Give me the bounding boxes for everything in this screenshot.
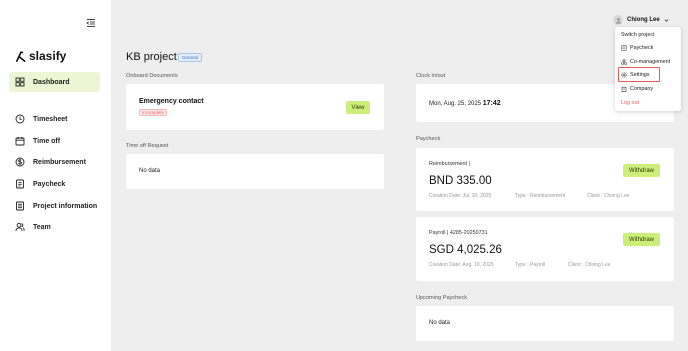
sidebar-item-time-off[interactable]: Time off	[9, 131, 100, 151]
menu-item-label: Paycheck	[630, 45, 654, 51]
onboard-section-title: Onboard Documents	[126, 73, 178, 79]
slasify-logo-icon	[16, 51, 26, 62]
sidebar-item-label: Project information	[33, 202, 98, 210]
withdraw-button[interactable]: Withdraw	[623, 233, 660, 246]
menu-item-label: Co-management	[630, 59, 671, 65]
sidebar-item-paycheck[interactable]: Paycheck	[9, 174, 100, 194]
menu-item-label: Log out	[621, 100, 639, 106]
project-tag: General	[178, 53, 203, 62]
user-dropdown-menu: Switch project Paycheck Co-management Se…	[615, 27, 681, 111]
avatar	[613, 15, 623, 25]
paycheck-amount: BND 335.00	[429, 175, 492, 187]
sidebar-item-dashboard[interactable]: Dashboard	[9, 72, 100, 92]
user-icon	[615, 17, 621, 24]
timeoff-empty-text: No data	[139, 168, 161, 174]
dashboard-icon	[15, 77, 25, 87]
paycheck-amount: SGD 4,025.26	[429, 244, 502, 256]
paycheck-creation-date: Creation Date: Aug. 10, 2025	[429, 262, 494, 268]
document-icon	[16, 201, 24, 211]
upcoming-card: No data	[416, 306, 674, 341]
timeoff-section-title: Time off Request	[126, 143, 169, 149]
paycheck-creation-date: Creation Date: Jul. 30, 2025	[429, 193, 492, 199]
menu-item-paycheck[interactable]: Paycheck	[621, 45, 653, 51]
team-icon	[621, 59, 627, 65]
menu-item-company[interactable]: Company	[621, 86, 653, 92]
paycheck-client: Client : Chiong Lee	[587, 193, 630, 199]
menu-item-switch-project[interactable]: Switch project	[621, 32, 655, 38]
sidebar-item-label: Time off	[33, 137, 61, 145]
menu-item-log-out[interactable]: Log out	[621, 100, 639, 106]
paycheck-icon	[16, 179, 24, 189]
timeoff-card: No data	[126, 154, 384, 189]
paycheck-type: Type : Reimbursement	[515, 193, 566, 199]
paycheck-section-title: Paycheck	[416, 136, 441, 142]
collapse-sidebar-icon[interactable]	[86, 15, 96, 27]
paycheck-name: Payroll | 4285-20250731	[429, 230, 488, 236]
document-name: Emergency contact	[139, 98, 204, 105]
sidebar-item-project-information[interactable]: Project information	[9, 196, 100, 216]
menu-item-settings[interactable]: Settings	[621, 72, 649, 78]
gear-icon	[621, 72, 627, 78]
menu-item-label: Settings	[630, 72, 650, 78]
paycheck-client: Client : Chiong Lee	[568, 262, 611, 268]
sidebar-item-team[interactable]: Team	[9, 217, 100, 237]
menu-item-label: Switch project	[621, 32, 655, 38]
onboard-card: Emergency contact Incomplete View	[126, 84, 384, 130]
sidebar-item-label: Timesheet	[33, 115, 68, 123]
page-title: KB project	[126, 51, 177, 63]
paycheck-card: Payroll | 4285-20250731 SGD 4,025.26 Cre…	[416, 217, 674, 281]
clock-section-title: Clock in/out	[416, 73, 446, 79]
user-menu-toggle[interactable]: Chiong Lee	[613, 15, 669, 25]
sidebar-item-timesheet[interactable]: Timesheet	[9, 109, 100, 129]
building-icon	[621, 86, 627, 92]
view-button[interactable]: View	[346, 101, 370, 114]
main-content: KB project General Onboard Documents Eme…	[111, 0, 688, 351]
sidebar-item-reimbursement[interactable]: Reimbursement	[9, 152, 100, 172]
sidebar-item-label: Team	[33, 223, 51, 231]
paycheck-icon	[621, 45, 627, 51]
upcoming-empty-text: No data	[429, 320, 451, 326]
sidebar-item-label: Reimbursement	[33, 158, 86, 166]
chevron-down-icon	[664, 18, 669, 22]
sidebar-item-label: Paycheck	[33, 180, 66, 188]
clock-time: 17:42	[482, 100, 501, 107]
user-name: Chiong Lee	[627, 17, 660, 23]
paycheck-type: Type : Payroll	[515, 262, 546, 268]
upcoming-section-title: Upcoming Paycheck	[416, 295, 467, 301]
clock-datetime: Mon, Aug. 25, 2025 17:42	[429, 100, 501, 107]
menu-item-label: Company	[630, 86, 654, 92]
brand-name: slasify	[29, 49, 67, 63]
clock-icon	[15, 114, 25, 124]
status-badge: Incomplete	[139, 109, 168, 116]
team-icon	[15, 222, 25, 232]
clock-date: Mon, Aug. 25, 2025	[429, 101, 482, 107]
withdraw-button[interactable]: Withdraw	[623, 164, 660, 177]
calendar-icon	[15, 137, 25, 146]
logo: slasify	[15, 49, 66, 63]
sidebar-item-label: Dashboard	[33, 78, 70, 86]
sidebar: slasify Dashboard Timesheet Time off Rei…	[0, 0, 111, 351]
reimbursement-icon	[15, 157, 25, 167]
paycheck-name: Reimbursement |	[429, 161, 470, 167]
menu-item-co-management[interactable]: Co-management	[621, 59, 670, 65]
paycheck-card: Reimbursement | BND 335.00 Creation Date…	[416, 148, 674, 211]
